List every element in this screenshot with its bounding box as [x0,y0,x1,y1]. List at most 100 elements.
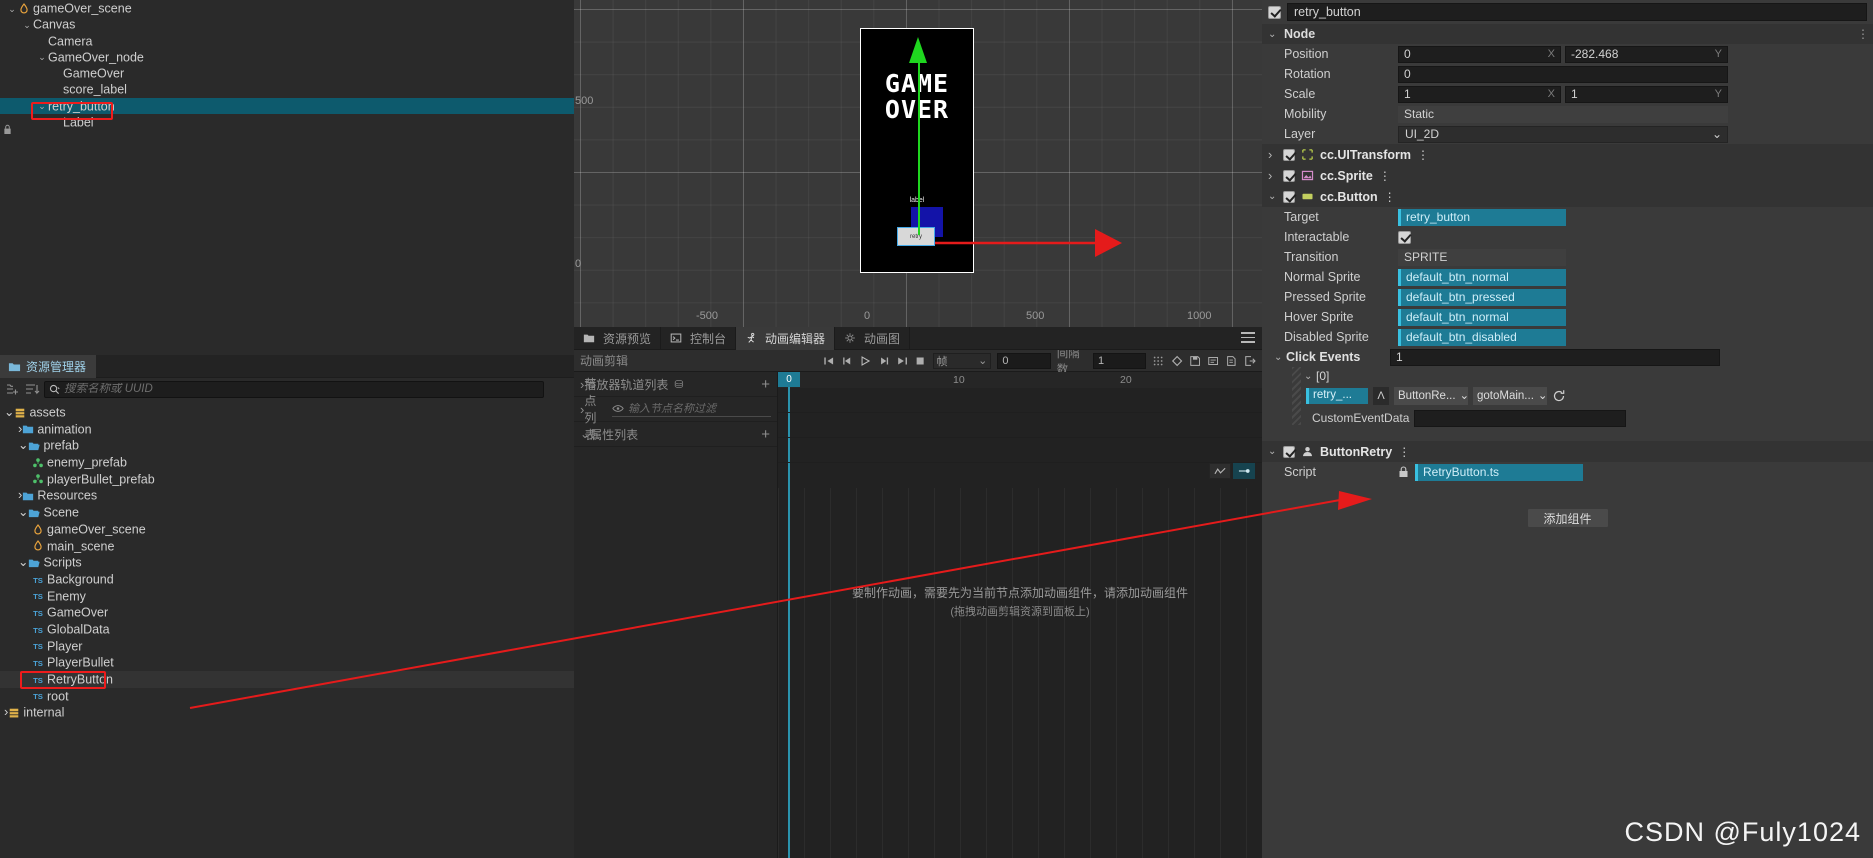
bottom-tab-3[interactable]: 动画图 [835,327,910,350]
component-menu-icon[interactable]: ⋮ [1417,148,1429,162]
interactable-checkbox[interactable] [1398,231,1411,244]
button-prop-value[interactable]: SPRITE [1398,249,1566,266]
component-enabled-checkbox[interactable] [1283,149,1295,161]
time-unit-select[interactable]: 帧 ⌄ [933,353,992,369]
chevron-down-icon[interactable]: ⌄ [36,98,48,114]
component-header-buttonretry[interactable]: ⌄ ButtonRetry ⋮ [1262,441,1873,462]
node-filter-input[interactable] [628,403,771,415]
event-target-field[interactable]: retry_... [1306,388,1368,404]
custom-event-data-field[interactable] [1414,410,1626,427]
node-section-menu-icon[interactable]: ⋮ [1857,27,1869,41]
asset-item-enemy-prefab[interactable]: enemy_prefab [0,454,574,471]
node-name-field[interactable]: retry_button [1287,3,1867,21]
stop-icon[interactable] [914,354,926,368]
hierarchy-node-canvas[interactable]: ⌄Canvas [0,16,574,32]
retry-button-preview[interactable]: retry [897,227,935,246]
bottom-tab-2[interactable]: 动画编辑器 [736,327,835,350]
timeline-ruler[interactable]: 0 01020 [778,372,1262,388]
chevron-down-icon[interactable]: ⌄ [21,17,33,33]
event-component-select[interactable]: ButtonRe... ⌄ [1394,387,1468,405]
asset-item-animation[interactable]: ›animation [0,421,574,438]
interval-field[interactable]: 1 [1093,353,1146,369]
clip-list-icon[interactable] [1225,354,1237,368]
asset-item-main-scene[interactable]: main_scene [0,538,574,555]
asset-item-enemy[interactable]: TSEnemy [0,588,574,605]
hierarchy-node-score-label[interactable]: score_label [0,81,574,97]
animation-track-row-2[interactable]: ⌄属性列表+ [574,422,777,447]
jump-to-end-icon[interactable] [896,354,908,368]
animation-track-row-1[interactable]: ›节点列表 [574,397,777,422]
add-track-icon[interactable]: + [761,376,770,393]
scene-viewport[interactable]: 5000-50005001000 GAME OVER label retry [574,0,1262,327]
button-prop-asset-field[interactable]: default_btn_normal [1398,309,1566,326]
asset-item-assets[interactable]: ⌄assets [0,404,574,421]
component-menu-icon[interactable]: ⋮ [1379,169,1391,183]
chevron-down-icon[interactable]: ⌄ [4,405,14,419]
hierarchy-node-camera[interactable]: Camera [0,33,574,49]
chevron-down-icon[interactable]: ⌄ [18,505,28,519]
button-prop-asset-field[interactable]: default_btn_pressed [1398,289,1566,306]
hierarchy-node-gameover-scene[interactable]: ⌄gameOver_scene [0,0,574,16]
click-events-count-field[interactable]: 1 [1390,349,1720,366]
curve-mode-button[interactable] [1209,463,1231,479]
jump-to-start-icon[interactable] [823,354,835,368]
asset-item-playerbullet-prefab[interactable]: playerBullet_prefab [0,471,574,488]
panel-menu-icon[interactable] [1241,332,1255,344]
bottom-tab-1[interactable]: 控制台 [661,327,736,350]
button-prop-asset-field[interactable]: default_btn_disabled [1398,329,1566,346]
component-header-cc-button[interactable]: ⌄cc.Button⋮ [1262,186,1873,207]
add-component-button[interactable]: 添加组件 [1527,508,1609,528]
asset-item-scripts[interactable]: ⌄Scripts [0,554,574,571]
button-prop-asset-field[interactable]: retry_button [1398,209,1566,226]
add-keyframe-icon[interactable] [1171,354,1183,368]
sort-assets-icon[interactable] [24,381,40,397]
event-drag-stripe[interactable] [1292,367,1301,425]
component-enabled-checkbox[interactable] [1283,191,1295,203]
hierarchy-node-retry-button[interactable]: ⌄retry_button [0,98,574,114]
component-menu-icon[interactable]: ⋮ [1398,445,1410,459]
chevron-right-icon[interactable]: › [1268,147,1277,162]
node-prop-value[interactable]: Static [1398,106,1728,123]
previous-frame-icon[interactable] [841,354,853,368]
hierarchy-node-gameover-node[interactable]: ⌄GameOver_node [0,49,574,65]
hierarchy-node-gameover[interactable]: GameOver [0,65,574,81]
next-frame-icon[interactable] [878,354,890,368]
chevron-right-icon[interactable]: › [1268,168,1277,183]
node-prop-field-X[interactable]: 0X [1398,46,1561,63]
chevron-down-icon[interactable]: ⌄ [18,555,28,569]
asset-item-playerbullet[interactable]: TSPlayerBullet [0,654,574,671]
node-prop-field-X[interactable]: 1X [1398,86,1561,103]
asset-item-resources[interactable]: ›Resources [0,487,574,504]
asset-item-background[interactable]: TSBackground [0,571,574,588]
component-header-cc-uitransform[interactable]: ›cc.UITransform⋮ [1262,144,1873,165]
move-gizmo-y-axis[interactable] [918,43,920,235]
asset-item-retrybutton[interactable]: TSRetryButton [0,671,574,688]
asset-item-player[interactable]: TSPlayer [0,638,574,655]
exit-anim-mode-icon[interactable] [1244,354,1256,368]
chevron-down-icon[interactable]: ⌄ [18,438,28,452]
node-enabled-checkbox[interactable] [1268,6,1281,19]
save-clip-icon[interactable] [1189,354,1201,368]
component-menu-icon[interactable]: ⋮ [1384,190,1396,204]
node-prop-field-Y[interactable]: 1Y [1565,86,1728,103]
asset-item-scene[interactable]: ⌄Scene [0,504,574,521]
grid-snap-icon[interactable] [1152,354,1164,368]
track-filter-icon[interactable]: ⛁ [674,378,683,391]
asset-item-globaldata[interactable]: TSGlobalData [0,621,574,638]
chevron-down-icon[interactable]: ⌄ [36,49,48,65]
component-enabled-checkbox[interactable] [1283,446,1295,458]
eye-icon[interactable] [612,404,624,413]
asset-item-gameover[interactable]: TSGameOver [0,604,574,621]
node-filter-box[interactable] [612,401,771,417]
node-prop-field-Y[interactable]: -282.468Y [1565,46,1728,63]
script-asset-field[interactable]: RetryButton.ts [1415,464,1583,481]
asset-item-root[interactable]: TSroot [0,688,574,705]
asset-item-internal[interactable]: ›internal [0,704,574,721]
move-gizmo-y-arrow[interactable] [909,37,927,63]
asset-item-prefab[interactable]: ⌄prefab [0,437,574,454]
event-handler-select[interactable]: gotoMain... ⌄ [1473,387,1547,405]
button-prop-asset-field[interactable]: default_btn_normal [1398,269,1566,286]
hierarchy-node-label[interactable]: Label [0,114,574,130]
chevron-down-icon[interactable]: ⌄ [6,1,18,17]
node-prop-field-v[interactable]: 0 [1398,66,1728,83]
